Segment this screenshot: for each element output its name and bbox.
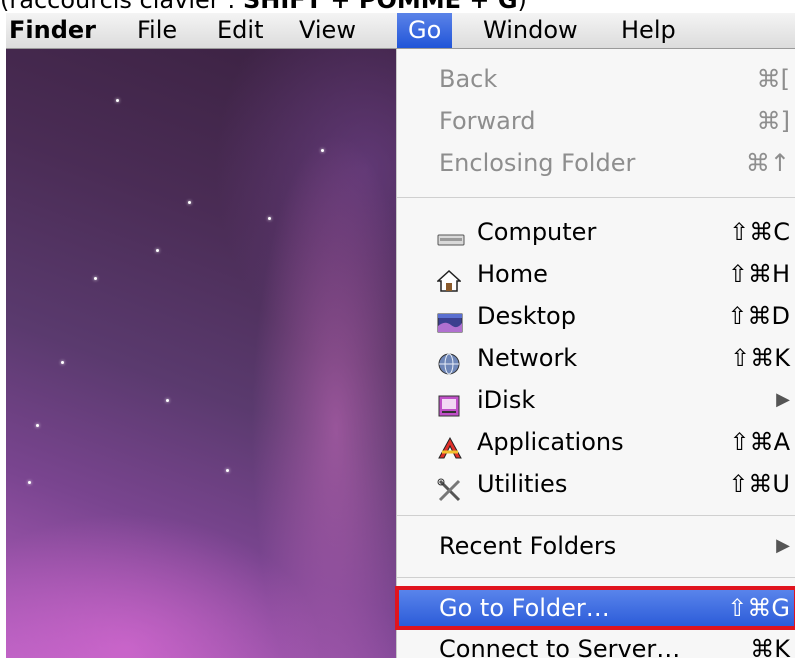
menu-item-label: Home: [477, 260, 548, 288]
utilities-icon: [437, 474, 461, 502]
star: [156, 249, 159, 252]
star: [226, 469, 229, 472]
menu-item-label: Recent Folders: [439, 532, 617, 560]
menu-item-connect-to-server[interactable]: Connect to Server… ⌘K: [397, 629, 795, 658]
star: [94, 277, 97, 280]
menu-item-label: Applications: [477, 428, 624, 456]
menu-window[interactable]: Window: [472, 13, 589, 48]
shortcut-label: ⇧⌘A: [729, 428, 790, 456]
menu-item-label: Desktop: [477, 302, 576, 330]
menu-separator: [397, 515, 795, 516]
home-icon: [436, 264, 462, 292]
menu-item-desktop[interactable]: Desktop ⇧⌘D: [397, 296, 795, 336]
shortcut-label: ⌘[: [756, 65, 790, 93]
shortcut-label: ⇧⌘H: [727, 260, 790, 288]
star: [61, 361, 64, 364]
idisk-icon: [437, 390, 461, 417]
shortcut-label: ⇧⌘C: [729, 218, 790, 246]
shortcut-label: ⇧⌘G: [727, 594, 790, 622]
menu-item-label: iDisk: [477, 386, 536, 414]
menu-item-label: Forward: [439, 107, 536, 135]
menu-separator: [397, 577, 795, 578]
submenu-arrow-icon: ▶: [776, 389, 790, 410]
menu-item-label: Back: [439, 65, 498, 93]
caption-suffix: ): [517, 0, 527, 14]
menu-bar: Finder File Edit View Go Window Help: [6, 13, 795, 49]
menu-item-enclosing-folder[interactable]: Enclosing Folder ⌘↑: [397, 143, 795, 183]
submenu-arrow-icon: ▶: [776, 535, 790, 556]
star: [116, 99, 119, 102]
shortcut-label: ⇧⌘U: [728, 470, 790, 498]
menu-item-back[interactable]: Back ⌘[: [397, 59, 795, 99]
desktop-icon: [437, 306, 463, 333]
menu-help[interactable]: Help: [610, 13, 687, 48]
menu-edit[interactable]: Edit: [206, 13, 274, 48]
menu-item-label: Go to Folder…: [439, 594, 610, 622]
star: [321, 149, 324, 152]
menu-view[interactable]: View: [288, 13, 367, 48]
menu-go[interactable]: Go: [397, 13, 453, 48]
menu-item-applications[interactable]: Applications ⇧⌘A: [397, 422, 795, 462]
star: [166, 399, 169, 402]
shortcut-label: ⌘↑: [745, 149, 790, 177]
shortcut-label: ⇧⌘K: [730, 344, 790, 372]
desktop-background: [6, 49, 396, 658]
menu-item-label: Computer: [477, 218, 597, 246]
go-menu-dropdown: Back ⌘[ Forward ⌘] Enclosing Folder ⌘↑ C…: [395, 49, 795, 658]
star: [36, 424, 39, 427]
menu-separator: [397, 197, 795, 198]
caption-prefix: (raccourcis clavier :: [0, 0, 243, 14]
computer-icon: [437, 222, 465, 246]
shortcut-label: ⌘K: [750, 635, 790, 658]
shortcut-label: ⇧⌘D: [727, 302, 790, 330]
menu-file[interactable]: File: [126, 13, 188, 48]
star: [28, 481, 31, 484]
caption-keys: SHIFT + POMME + G: [242, 0, 518, 14]
menu-finder[interactable]: Finder: [9, 13, 96, 48]
menu-item-computer[interactable]: Computer ⇧⌘C: [397, 212, 795, 252]
star: [268, 217, 271, 220]
menu-item-label: Utilities: [477, 470, 568, 498]
menu-item-label: Network: [477, 344, 578, 372]
menu-item-forward[interactable]: Forward ⌘]: [397, 101, 795, 141]
screenshot-frame: Finder File Edit View Go Window Help Bac…: [6, 13, 795, 658]
network-icon: [437, 348, 461, 375]
menu-item-network[interactable]: Network ⇧⌘K: [397, 338, 795, 378]
instruction-caption: (raccourcis clavier : SHIFT + POMME + G): [0, 0, 795, 14]
menu-item-idisk[interactable]: iDisk ▶: [397, 380, 795, 420]
menu-item-label: Enclosing Folder: [439, 149, 636, 177]
star: [188, 201, 191, 204]
menu-item-label: Connect to Server…: [439, 635, 681, 658]
menu-item-utilities[interactable]: Utilities ⇧⌘U: [397, 464, 795, 504]
shortcut-label: ⌘]: [756, 107, 790, 135]
menu-item-home[interactable]: Home ⇧⌘H: [397, 254, 795, 294]
applications-icon: [437, 432, 462, 459]
menu-item-go-to-folder[interactable]: Go to Folder… ⇧⌘G: [395, 586, 795, 630]
menu-item-recent-folders[interactable]: Recent Folders ▶: [397, 526, 795, 566]
